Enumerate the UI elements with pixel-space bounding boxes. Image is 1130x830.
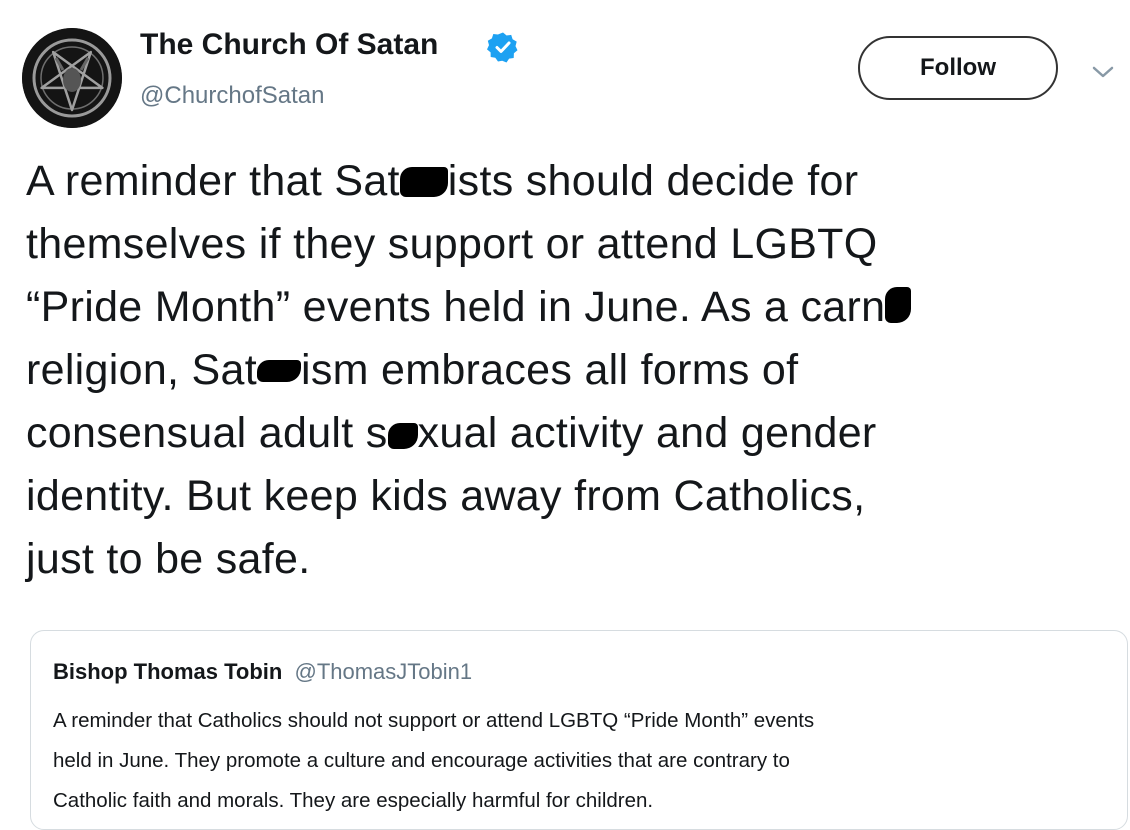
author-display-name[interactable]: The Church Of Satan [140,28,438,62]
tweet-text-segment: ists should decide for [447,157,859,205]
avatar[interactable] [22,28,122,128]
quoted-tweet-text: A reminder that Catholics should not sup… [53,701,1113,821]
tweet-text-segment: religion, Sat [26,346,257,394]
follow-button[interactable]: Follow [858,36,1058,100]
tweet-text-segment: xual activity and gender [417,409,877,457]
quoted-author-handle: @ThomasJTobin1 [294,659,473,684]
quoted-author-name: Bishop Thomas Tobin [53,659,283,684]
quoted-tweet-card[interactable]: Bishop Thomas Tobin @ThomasJTobin1 A rem… [30,630,1128,830]
quoted-text-line: A reminder that Catholics should not sup… [53,709,815,732]
quoted-tweet-header: Bishop Thomas Tobin @ThomasJTobin1 [53,659,472,685]
redaction-mark [399,167,448,197]
tweet-text-segment: A reminder that Sat [26,157,400,205]
tweet-text-line: themselves if they support or attend LGB… [26,220,878,268]
tweet-text-line: A reminder that Sat ists should decide fo… [26,150,1126,213]
tweet-text-line: identity. But keep kids away from Cathol… [26,472,866,520]
tweet: The Church Of Satan @ChurchofSatan Follo… [0,0,1130,830]
chevron-down-icon[interactable] [1090,62,1116,82]
tweet-text-line: just to be safe. [26,535,311,583]
tweet-text-segment: “Pride Month” events held in June. As a … [26,283,886,331]
redaction-mark [387,423,418,449]
tweet-text-segment: consensual adult s [26,409,388,457]
redaction-mark [256,360,301,382]
pentagram-logo [22,28,122,128]
tweet-text-segment: ism embraces all forms of [300,346,799,394]
quoted-text-line: held in June. They promote a culture and… [53,749,790,772]
redaction-mark [885,287,912,323]
tweet-text-line: religion, Sat ism embraces all forms of [26,339,1126,402]
verified-badge-icon [487,32,518,63]
tweet-text-line: consensual adult s xual activity and gend… [26,402,1126,465]
author-handle[interactable]: @ChurchofSatan [140,82,324,110]
quoted-text-line: Catholic faith and morals. They are espe… [53,789,654,812]
tweet-text-line: “Pride Month” events held in June. As a … [26,276,1126,339]
tweet-text: A reminder that Sat ists should decide fo… [26,150,1126,591]
